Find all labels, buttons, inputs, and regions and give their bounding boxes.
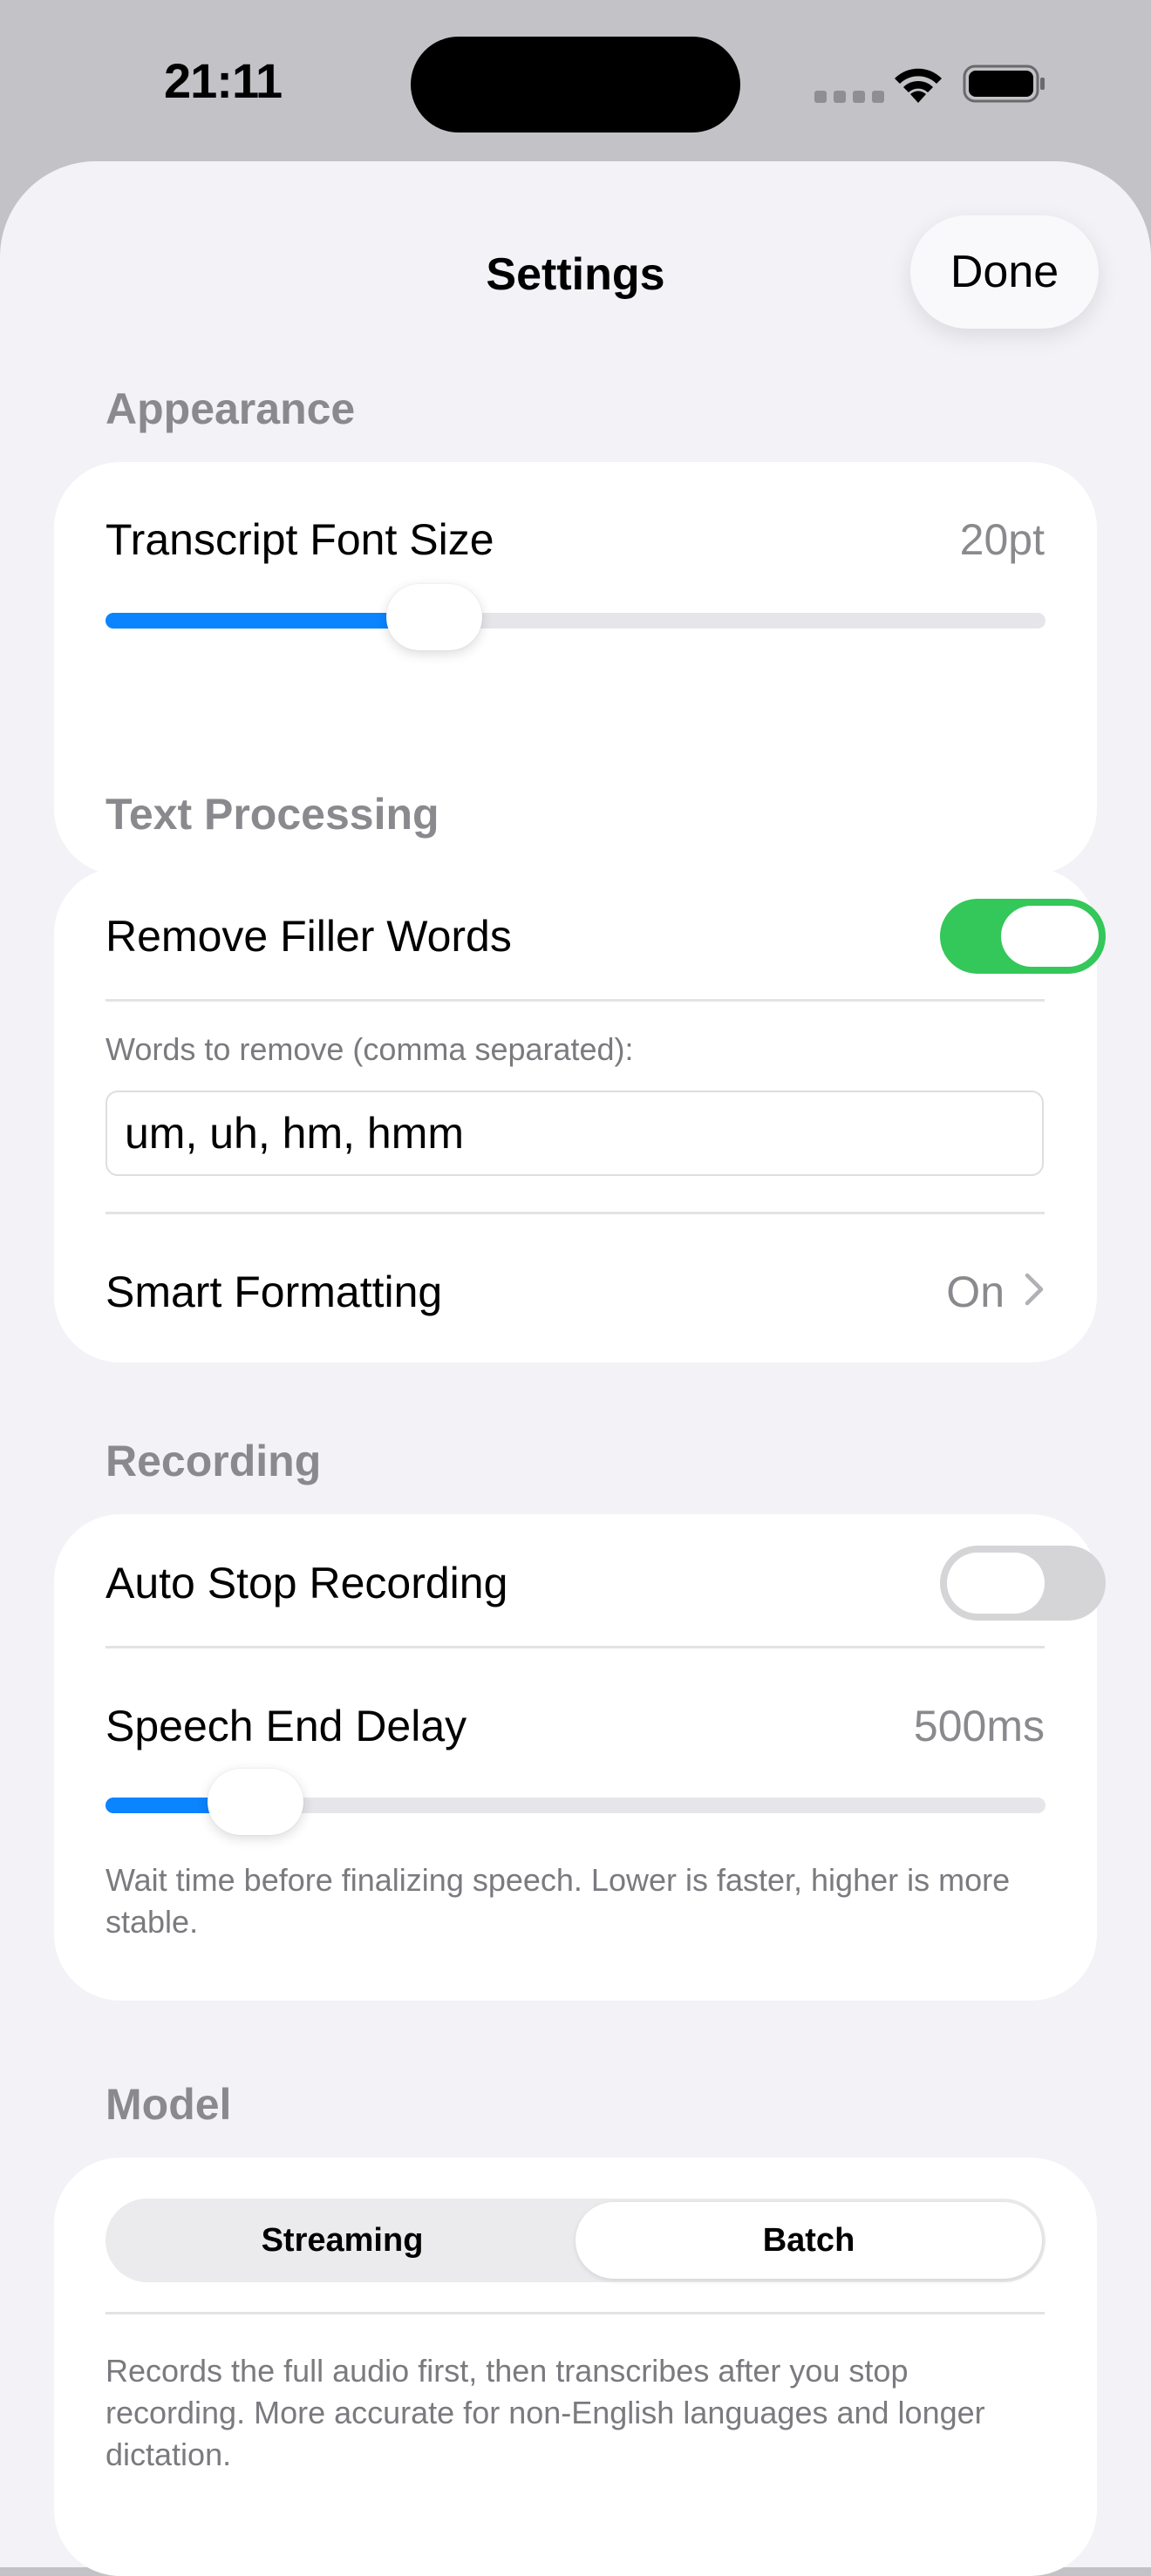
words-caption: Words to remove (comma separated): [106,1031,634,1067]
smart-formatting-row[interactable]: Smart Formatting On [54,1216,1097,1363]
font-size-slider-thumb[interactable] [386,584,483,650]
status-bar: 21:11 [0,0,1151,161]
model-caption: Records the full audio first, then trans… [106,2353,985,2472]
model-segmented-control[interactable]: Streaming Batch [106,2199,1045,2282]
font-size-slider-fill [106,613,435,629]
smart-formatting-value: On [946,1268,1005,1316]
toggle-knob [947,1553,1045,1614]
divider [106,2312,1045,2314]
speech-delay-slider[interactable] [106,1769,1045,1835]
section-header-recording: Recording [106,1437,322,1485]
segment-batch[interactable]: Batch [576,2202,1042,2279]
words-to-remove-field[interactable] [106,1091,1044,1176]
divider [106,999,1045,1002]
divider [106,1212,1045,1214]
smart-formatting-label: Smart Formatting [106,1268,443,1316]
battery-icon [963,65,1045,103]
toggle-knob [1001,906,1099,967]
cellular-signal-icon [814,91,884,103]
speech-delay-slider-thumb[interactable] [208,1769,304,1835]
model-card: Streaming Batch Records the full audio f… [54,2158,1097,2576]
wifi-icon [895,68,942,103]
font-size-label: Transcript Font Size [106,515,494,564]
segment-streaming[interactable]: Streaming [109,2202,576,2279]
section-header-appearance: Appearance [106,384,356,433]
auto-stop-label: Auto Stop Recording [106,1559,508,1607]
font-size-slider[interactable] [106,584,1045,650]
done-button[interactable]: Done [910,215,1099,329]
auto-stop-toggle[interactable] [940,1546,1106,1621]
dynamic-island [411,37,740,133]
speech-delay-label: Speech End Delay [106,1702,467,1750]
remove-filler-toggle[interactable] [940,899,1106,974]
recording-card: Auto Stop Recording Speech End Delay 500… [54,1514,1106,2001]
font-size-value: 20pt [959,515,1045,564]
chevron-right-icon [1025,1273,1044,1306]
divider [106,1646,1045,1648]
words-to-remove-input[interactable] [125,1092,1023,1174]
status-time: 21:11 [164,53,283,108]
speech-delay-caption: Wait time before finalizing speech. Lowe… [106,1862,1011,1940]
remove-filler-label: Remove Filler Words [106,912,512,961]
speech-delay-value: 500ms [913,1702,1045,1750]
section-header-model: Model [106,2080,232,2129]
section-header-text-processing: Text Processing [106,790,439,839]
settings-sheet: Settings Done Appearance Transcript Font… [0,161,1151,2576]
text-processing-card: Remove Filler Words Words to remove (com… [54,867,1106,1363]
